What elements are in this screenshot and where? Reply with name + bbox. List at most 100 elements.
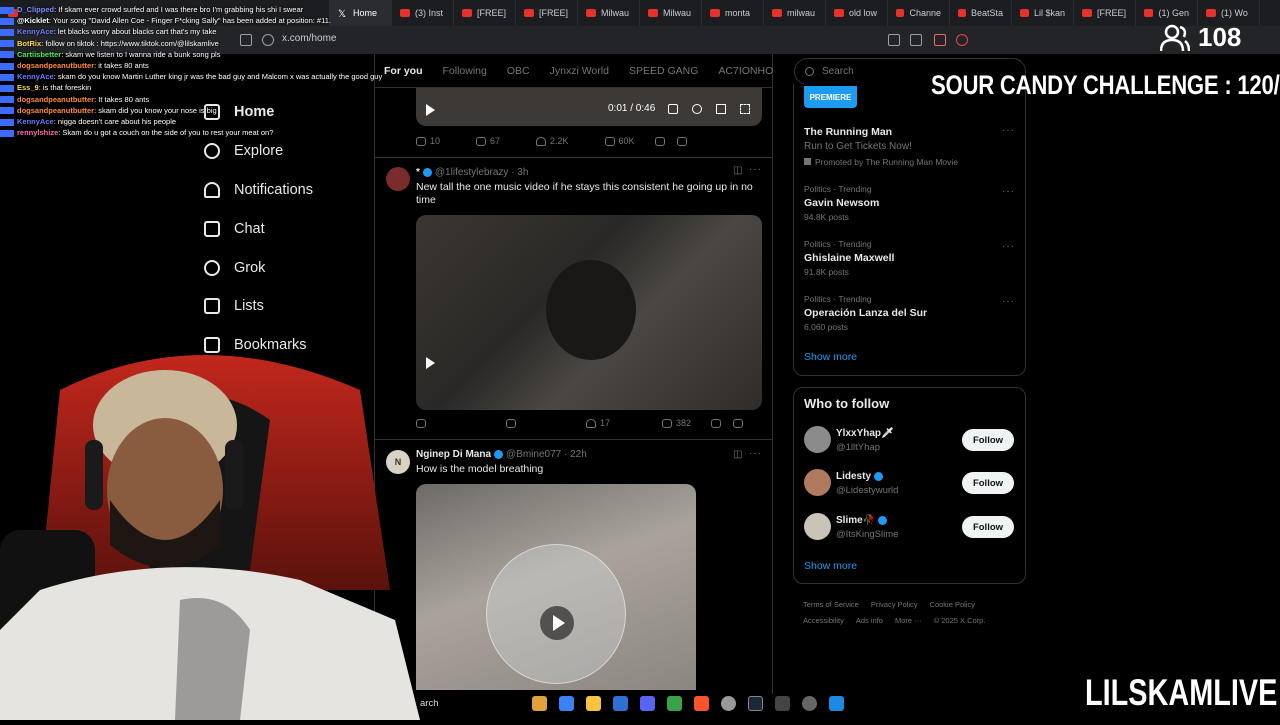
footer-link[interactable]: Privacy Policy	[871, 600, 918, 609]
timeline-tab[interactable]: SPEED GANG	[629, 65, 698, 77]
timeline-tab[interactable]: Jynxzi World	[550, 65, 609, 77]
timeline-tab[interactable]: OBC	[507, 65, 530, 77]
views-button[interactable]: 382	[662, 418, 691, 429]
mute-icon[interactable]	[668, 104, 678, 114]
browser-tab[interactable]: Lil $kan	[1012, 0, 1074, 26]
nav-item-grok[interactable]: Grok	[204, 254, 265, 282]
screenshot-icon[interactable]	[888, 34, 900, 46]
share-button[interactable]	[733, 418, 747, 429]
timeline-tab[interactable]: AC7IONHOU	[718, 65, 773, 77]
nav-item-explore[interactable]: Explore	[204, 137, 283, 165]
post3-video[interactable]	[416, 484, 696, 690]
fullscreen-icon[interactable]	[740, 104, 750, 114]
follow-suggestion-name[interactable]: YlxxYhap🗡	[836, 428, 894, 439]
follow-suggestion-name[interactable]: Lidesty	[836, 471, 886, 482]
ad-promoted[interactable]: Promoted by The Running Man Movie	[804, 157, 958, 167]
views-button[interactable]: 60K	[604, 136, 635, 147]
share-button[interactable]	[676, 136, 691, 147]
follow-button[interactable]: Follow	[962, 472, 1014, 494]
browser-tab[interactable]: monta	[702, 0, 764, 26]
settings-icon[interactable]	[692, 104, 702, 114]
browser-tab[interactable]: (3) Inst	[392, 0, 454, 26]
store-icon[interactable]	[613, 695, 629, 711]
play-button[interactable]	[540, 606, 574, 640]
weather-widget-icon[interactable]	[532, 695, 548, 711]
footer-link[interactable]: More ···	[895, 616, 922, 625]
rewards-icon[interactable]	[956, 34, 968, 46]
avatar[interactable]	[386, 167, 410, 191]
ad-badge[interactable]: PREMIERE	[804, 86, 857, 108]
browser-tab[interactable]: milwau	[764, 0, 826, 26]
footer-link[interactable]: Cookie Policy	[930, 600, 975, 609]
like-button[interactable]: 17	[586, 418, 610, 429]
browser-tab[interactable]: [FREE]	[516, 0, 578, 26]
post3-more-icon[interactable]: ···	[749, 448, 762, 459]
post3-author-name[interactable]: Nginep Di Mana	[416, 449, 491, 460]
brave-icon[interactable]	[694, 695, 710, 711]
browser-tab[interactable]: Milwau	[640, 0, 702, 26]
follow-button[interactable]: Follow	[962, 429, 1014, 451]
app-icon[interactable]	[775, 695, 791, 711]
trend-title[interactable]: Gavin Newsom	[804, 197, 879, 209]
repost-button[interactable]: 67	[476, 136, 500, 147]
browser-tab[interactable]: BeatSta	[950, 0, 1012, 26]
search-input[interactable]: Search	[822, 66, 854, 77]
bookmark-button[interactable]	[711, 418, 725, 429]
taskbar-search[interactable]: arch	[420, 698, 438, 709]
file-explorer-icon[interactable]	[586, 695, 602, 711]
post3-grok-icon[interactable]: ◫	[733, 449, 743, 460]
post2-more-icon[interactable]: ···	[749, 164, 762, 175]
follow-button[interactable]: Follow	[962, 516, 1014, 538]
avatar[interactable]	[804, 426, 831, 453]
footer-link[interactable]: © 2025 X Corp.	[934, 616, 986, 625]
browser-tab[interactable]: [FREE]	[454, 0, 516, 26]
avatar[interactable]	[804, 469, 831, 496]
footer-link[interactable]: Accessibility	[803, 616, 844, 625]
follow-suggestion-name[interactable]: Slime🥀	[836, 515, 890, 526]
trends-show-more[interactable]: Show more	[804, 351, 857, 363]
trend-more-icon[interactable]: ···	[1002, 296, 1015, 307]
nav-item-notifications[interactable]: Notifications	[204, 176, 313, 204]
steam-icon[interactable]	[748, 695, 764, 711]
ad-more-icon[interactable]: ···	[1002, 125, 1015, 136]
timeline-tab[interactable]: Following	[443, 65, 487, 77]
browser-tab[interactable]: Channe	[888, 0, 950, 26]
post2-video[interactable]	[416, 215, 762, 410]
post2-handle[interactable]: @1lifestylebrazy	[435, 167, 509, 178]
play-icon[interactable]	[426, 357, 435, 369]
post2-author-name[interactable]: *	[416, 167, 420, 178]
footer-link[interactable]: Ads info	[856, 616, 883, 625]
discord-icon[interactable]	[640, 695, 656, 711]
repost-button[interactable]	[506, 418, 520, 429]
browser-tab[interactable]: [FREE]	[1074, 0, 1136, 26]
post2-time[interactable]: · 3h	[511, 167, 528, 178]
avatar[interactable]	[804, 513, 831, 540]
trend-more-icon[interactable]: ···	[1002, 241, 1015, 252]
app-icon[interactable]	[667, 695, 683, 711]
app-icon[interactable]	[802, 695, 818, 711]
trend-more-icon[interactable]: ···	[1002, 186, 1015, 197]
post2-grok-icon[interactable]: ◫	[733, 165, 743, 176]
bookmark-button[interactable]	[654, 136, 669, 147]
app-icon[interactable]	[829, 695, 845, 711]
browser-tab[interactable]: Milwau	[578, 0, 640, 26]
obs-icon[interactable]	[721, 695, 737, 711]
nav-item-lists[interactable]: Lists	[204, 292, 264, 320]
post3-handle[interactable]: @Bmine077	[506, 449, 561, 460]
reply-button[interactable]: 10	[416, 136, 440, 147]
footer-link[interactable]: Terms of Service	[803, 600, 859, 609]
who-to-follow-show-more[interactable]: Show more	[804, 560, 857, 572]
trend-title[interactable]: Operación Lanza del Sur	[804, 307, 927, 319]
copilot-icon[interactable]	[559, 695, 575, 711]
browser-tab[interactable]: old low	[826, 0, 888, 26]
trend-title[interactable]: Ghislaine Maxwell	[804, 252, 894, 264]
pip-icon[interactable]	[716, 104, 726, 114]
ad-title[interactable]: The Running Man	[804, 126, 892, 138]
play-icon[interactable]	[426, 104, 435, 116]
like-button[interactable]: 2.2K	[536, 136, 569, 147]
post1-video[interactable]: 0:01 / 0:46	[416, 88, 762, 126]
brave-shield-icon[interactable]	[934, 34, 946, 46]
nav-item-chat[interactable]: Chat	[204, 215, 265, 243]
post3-time[interactable]: · 22h	[564, 449, 587, 460]
share-icon[interactable]	[910, 34, 922, 46]
